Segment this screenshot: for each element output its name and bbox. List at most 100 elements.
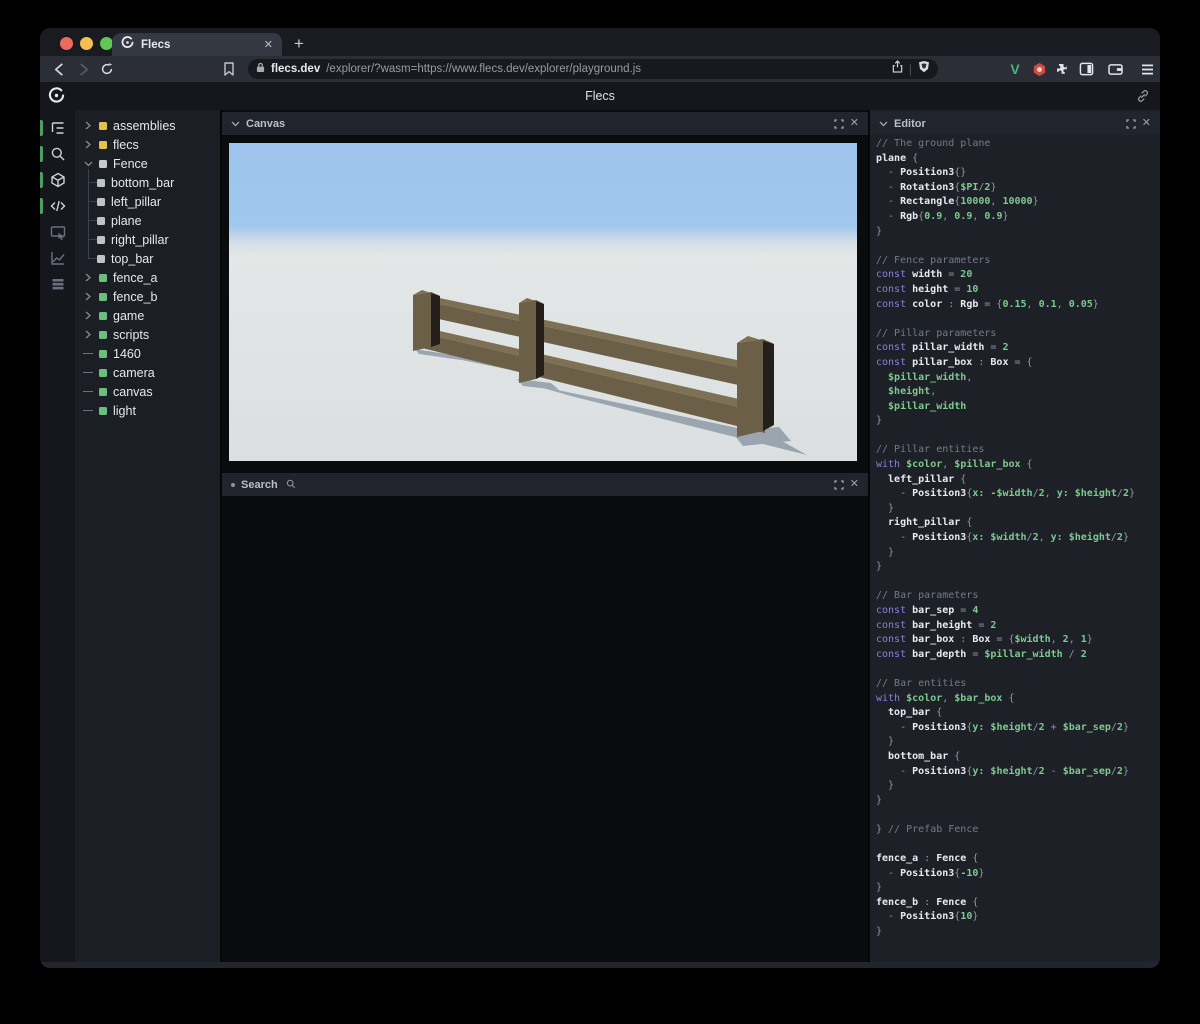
- tree-item-fence_a[interactable]: fence_a: [75, 268, 220, 287]
- code-line: - Position3{-10}: [876, 867, 985, 879]
- code-line: const width = 20: [876, 269, 973, 281]
- code-line: }: [876, 926, 883, 938]
- browser-tab[interactable]: Flecs ✕: [112, 33, 282, 56]
- url-bar[interactable]: flecs.dev/explorer/?wasm=https://www.fle…: [248, 59, 938, 79]
- tree-item-left_pillar[interactable]: left_pillar: [75, 192, 220, 211]
- search-icon: [286, 476, 296, 494]
- traffic-light-minimize-button[interactable]: [80, 37, 93, 50]
- fullscreen-icon[interactable]: [1126, 118, 1136, 129]
- 3d-viewport[interactable]: [229, 143, 857, 461]
- tab-title: Flecs: [141, 38, 171, 51]
- tree-item-right_pillar[interactable]: right_pillar: [75, 230, 220, 249]
- entity-square-icon: [99, 330, 107, 339]
- chevron-right-icon[interactable]: [83, 330, 93, 339]
- tree-item-bottom_bar[interactable]: bottom_bar: [75, 173, 220, 192]
- page-title: Flecs: [585, 89, 615, 103]
- tree-item-Fence[interactable]: Fence: [75, 154, 220, 173]
- tree-item-plane[interactable]: plane: [75, 211, 220, 230]
- canvas-panel-header[interactable]: Canvas ✕: [222, 112, 868, 135]
- editor-panel-header[interactable]: Editor ✕: [870, 112, 1160, 135]
- code-editor[interactable]: // The ground plane plane { - Position3{}…: [876, 137, 1158, 968]
- entity-square-icon: [99, 140, 107, 149]
- red-hexagon-extension-icon[interactable]: [1030, 60, 1048, 78]
- code-line: const bar_height = 2: [876, 619, 997, 631]
- tree-item-canvas[interactable]: canvas: [75, 382, 220, 401]
- editor-panel-icon[interactable]: [40, 193, 75, 219]
- sidebar-toggle-icon[interactable]: [1077, 60, 1095, 78]
- tree-item-light[interactable]: light: [75, 401, 220, 420]
- chevron-down-icon[interactable]: [83, 161, 93, 167]
- bullet-icon: [231, 482, 235, 487]
- inspector-panel-icon[interactable]: [40, 219, 75, 245]
- chevron-right-icon[interactable]: [83, 292, 93, 301]
- chevron-right-icon[interactable]: [83, 140, 93, 149]
- entity-square-icon: [97, 197, 105, 206]
- active-indicator: [40, 172, 43, 188]
- code-line: - Position3{x: -$width/2, y: $height/2}: [876, 488, 1136, 500]
- chevron-right-icon[interactable]: [83, 121, 93, 130]
- canvas-column: Canvas ✕ Search ✕: [222, 110, 868, 968]
- traffic-light-close-button[interactable]: [60, 37, 73, 50]
- extensions-puzzle-icon[interactable]: [1053, 60, 1071, 78]
- browser-window: Flecs ✕ + flecs.dev/explorer/?wasm=https…: [40, 28, 1160, 968]
- entity-square-icon: [99, 311, 107, 320]
- close-icon[interactable]: ✕: [850, 479, 859, 490]
- entity-square-icon: [97, 216, 105, 225]
- code-line: }: [876, 415, 883, 427]
- search-panel-header[interactable]: Search ✕: [222, 473, 868, 496]
- vue-devtools-extension-icon[interactable]: V: [1006, 60, 1024, 78]
- close-icon[interactable]: ✕: [850, 118, 859, 129]
- tree-item-fence_b[interactable]: fence_b: [75, 287, 220, 306]
- tree-item-1460[interactable]: 1460: [75, 344, 220, 363]
- chevron-down-icon[interactable]: [231, 121, 240, 127]
- entity-square-icon: [99, 121, 107, 130]
- chevron-right-icon[interactable]: [83, 273, 93, 282]
- bookmarks-icon[interactable]: [220, 60, 238, 78]
- code-line: }: [876, 546, 895, 558]
- active-indicator: [40, 146, 43, 162]
- code-line: const pillar_width = 2: [876, 342, 1009, 354]
- canvas-panel-icon[interactable]: [40, 167, 75, 193]
- back-button[interactable]: [50, 60, 68, 78]
- share-icon[interactable]: [892, 60, 903, 78]
- tree-item-flecs[interactable]: flecs: [75, 135, 220, 154]
- tree-item-assemblies[interactable]: assemblies: [75, 116, 220, 135]
- code-line: fence_b : Fence {: [876, 896, 979, 908]
- tab-close-icon[interactable]: ✕: [264, 38, 273, 51]
- leaf-dash: [83, 391, 93, 392]
- code-line: $pillar_width,: [876, 371, 973, 383]
- search-panel-icon[interactable]: [40, 141, 75, 167]
- left-pillar: [413, 290, 440, 351]
- wallet-icon[interactable]: [1106, 60, 1124, 78]
- new-tab-button[interactable]: +: [294, 34, 304, 54]
- tree-item-camera[interactable]: camera: [75, 363, 220, 382]
- tree-panel-icon[interactable]: [40, 115, 75, 141]
- menu-icon[interactable]: [1138, 60, 1156, 78]
- tree-item-label: fence_a: [113, 270, 158, 285]
- chevron-down-icon[interactable]: [879, 121, 888, 127]
- canvas-panel-title: Canvas: [246, 117, 286, 130]
- active-indicator: [40, 120, 43, 136]
- url-domain: flecs.dev: [271, 63, 321, 75]
- brave-shield-icon[interactable]: [918, 60, 930, 78]
- close-icon[interactable]: ✕: [1142, 118, 1151, 129]
- code-line: with $color, $bar_box {: [876, 692, 1015, 704]
- data-panel-icon[interactable]: [40, 271, 75, 297]
- forward-button[interactable]: [74, 60, 92, 78]
- stats-panel-icon[interactable]: [40, 245, 75, 271]
- entity-square-icon: [99, 292, 107, 301]
- reload-button[interactable]: [98, 60, 116, 78]
- url-path: /explorer/?wasm=https://www.flecs.dev/ex…: [326, 63, 642, 75]
- chevron-right-icon[interactable]: [83, 311, 93, 320]
- share-link-icon[interactable]: [1136, 89, 1150, 108]
- fullscreen-icon[interactable]: [834, 118, 844, 129]
- code-line: - Rectangle{10000, 10000}: [876, 196, 1039, 208]
- tree-item-top_bar[interactable]: top_bar: [75, 249, 220, 268]
- fullscreen-icon[interactable]: [834, 479, 844, 490]
- tree-item-scripts[interactable]: scripts: [75, 325, 220, 344]
- tree-item-label: left_pillar: [111, 194, 162, 209]
- tree-item-label: plane: [111, 213, 142, 228]
- tree-item-game[interactable]: game: [75, 306, 220, 325]
